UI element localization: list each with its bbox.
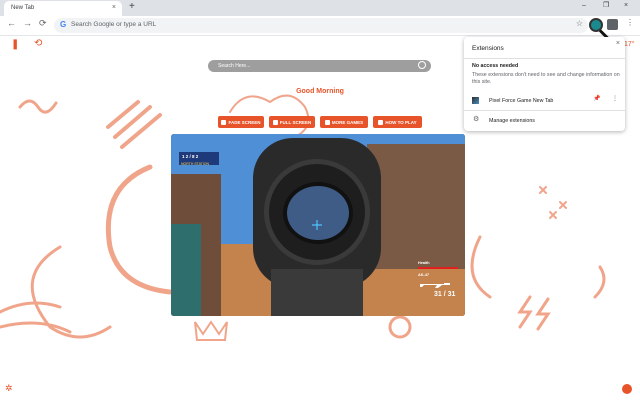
tab-close-icon[interactable]: × (112, 4, 116, 11)
popup-divider (464, 110, 625, 111)
manage-extensions-link[interactable]: Manage extensions (489, 118, 535, 124)
close-window-button[interactable]: × (624, 2, 628, 9)
browser-toolbar: ← → ⟳ G Search Google or type a URL ☆ ⋮ (0, 16, 640, 41)
fade-screen-button[interactable]: FADE SCREEN (218, 116, 264, 128)
back-button[interactable]: ← (7, 19, 16, 28)
action-buttons: FADE SCREEN FULL SCREEN MORE GAMES HOW T… (218, 116, 422, 128)
crosshair-icon (312, 220, 322, 230)
rifle-scope-lens (283, 182, 353, 244)
chrome-menu-icon[interactable]: ⋮ (626, 19, 634, 27)
bookmark-star-icon[interactable]: ☆ (576, 20, 583, 28)
google-icon: G (60, 20, 67, 29)
more-games-button[interactable]: MORE GAMES (320, 116, 368, 128)
pin-icon[interactable]: 📌 (593, 96, 600, 102)
address-bar[interactable]: G Search Google or type a URL ☆ (54, 18, 588, 33)
pixel-force-game-icon (472, 97, 479, 104)
game-wall-right (367, 144, 465, 269)
more-games-icon (324, 119, 330, 125)
bookmark-icon[interactable]: ❚ (11, 40, 19, 50)
fade-screen-label: FADE SCREEN (228, 119, 261, 125)
full-screen-button[interactable]: FULL SCREEN (269, 116, 315, 128)
access-section-description: These extensions don't need to see and c… (472, 72, 620, 85)
how-to-play-label: HOW TO PLAY (385, 119, 417, 125)
search-input[interactable] (218, 62, 408, 70)
tab-new-tab[interactable]: New Tab × (4, 1, 122, 16)
settings-icon[interactable]: ✲ (5, 384, 13, 393)
search-icon[interactable] (418, 61, 426, 69)
tab-title: New Tab (11, 5, 35, 11)
game-screenshot: 1 2 / 8 2 NORTH STATION Health AK-47 31 … (171, 134, 465, 316)
popup-divider (464, 58, 625, 59)
extension-more-icon[interactable]: ⋮ (612, 96, 618, 102)
weather-temperature: 17° (624, 41, 635, 48)
new-tab-button[interactable]: + (129, 2, 135, 12)
address-placeholder: Search Google or type a URL (71, 21, 157, 28)
popup-title: Extensions (472, 45, 504, 52)
info-circle-icon[interactable] (622, 384, 632, 394)
reload-button[interactable]: ⟳ (39, 19, 47, 28)
history-icon[interactable]: ⟲ (34, 39, 42, 49)
weapon-name: AK-47 (418, 273, 429, 277)
info-icon (378, 119, 384, 125)
more-games-label: MORE GAMES (331, 119, 364, 125)
map-name: NORTH STATION (181, 162, 209, 166)
health-label: Health (418, 261, 430, 265)
restore-button[interactable]: ❐ (603, 2, 609, 9)
fade-screen-icon (221, 119, 227, 125)
access-section-title: No access needed (472, 63, 519, 69)
minimize-button[interactable]: – (582, 2, 586, 9)
game-teal-block (171, 224, 201, 316)
gear-icon: ⚙ (473, 116, 480, 123)
extension-name[interactable]: Pixel Force Game New Tab (489, 98, 553, 104)
health-bar (418, 267, 458, 269)
close-icon[interactable]: × (616, 40, 620, 47)
full-screen-label: FULL SCREEN (279, 119, 312, 125)
forward-button[interactable]: → (23, 19, 32, 28)
ammo-count: 31 / 31 (434, 291, 456, 298)
tab-strip: New Tab × + – ❐ × (0, 0, 640, 16)
how-to-play-button[interactable]: HOW TO PLAY (373, 116, 422, 128)
rifle-icon (420, 283, 450, 288)
extensions-popup: Extensions × No access needed These exte… (464, 37, 625, 131)
search-bar (208, 60, 431, 72)
rifle-base (271, 269, 363, 316)
extensions-puzzle-icon[interactable] (607, 19, 618, 30)
full-screen-icon (272, 119, 278, 125)
team-score: 1 2 / 8 2 (182, 154, 199, 159)
